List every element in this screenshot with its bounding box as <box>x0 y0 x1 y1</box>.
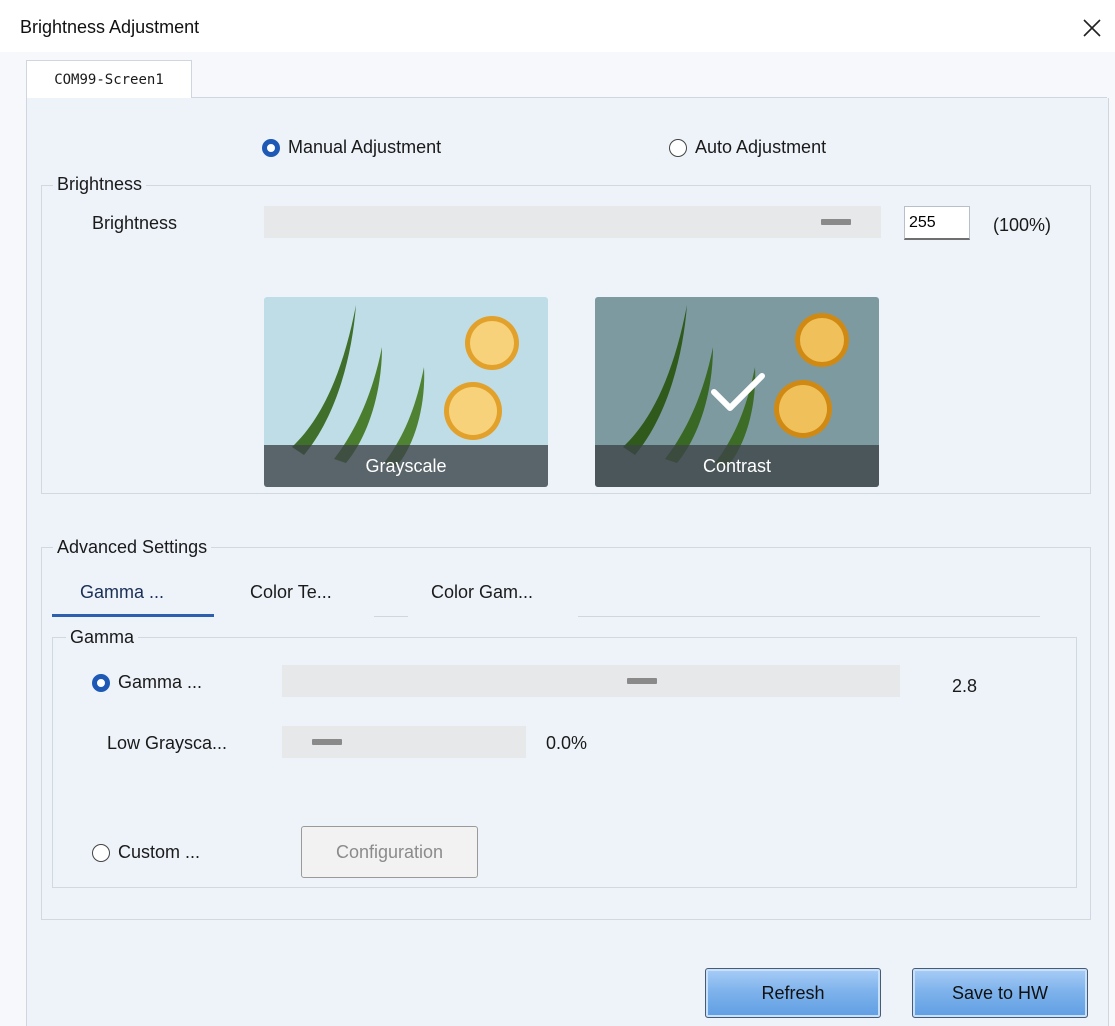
tab-separator <box>374 616 408 617</box>
gamma-radio-label: Gamma ... <box>118 672 203 692</box>
manual-adjustment-radio[interactable]: Manual Adjustment <box>262 137 441 158</box>
configuration-button[interactable]: Configuration <box>301 826 478 878</box>
brightness-group-title: Brightness <box>53 174 147 195</box>
auto-adjustment-radio[interactable]: Auto Adjustment <box>669 137 826 158</box>
brightness-slider-thumb[interactable] <box>821 219 851 225</box>
save-to-hw-button[interactable]: Save to HW <box>912 968 1088 1018</box>
manual-adjustment-label: Manual Adjustment <box>288 137 442 157</box>
tab-screen[interactable]: COM99-Screen1 <box>26 60 192 99</box>
brightness-label: Brightness <box>92 213 178 233</box>
checkmark-icon <box>711 373 765 411</box>
auto-adjustment-label: Auto Adjustment <box>695 137 827 157</box>
configuration-button-label: Configuration <box>335 841 444 862</box>
refresh-button[interactable]: Refresh <box>705 968 881 1018</box>
gamma-radio[interactable]: Gamma ... <box>92 672 202 693</box>
title-bar: Brightness Adjustment <box>0 0 1115 52</box>
tab-color-temperature[interactable]: Color Te... <box>250 582 332 603</box>
gamma-group-title: Gamma <box>66 627 139 648</box>
brightness-slider[interactable] <box>264 206 881 238</box>
contrast-preset-label: Contrast <box>702 455 772 476</box>
contrast-preset-caption: Contrast <box>595 445 879 487</box>
low-grayscale-slider[interactable] <box>282 726 526 758</box>
low-grayscale-value: 0.0% <box>546 733 588 753</box>
contrast-preset-card[interactable]: Contrast <box>595 297 879 487</box>
custom-gamma-label: Custom ... <box>118 842 201 862</box>
tab-strip-line <box>578 616 1040 617</box>
close-button[interactable] <box>1069 8 1115 48</box>
gamma-group-bottom <box>52 887 1077 888</box>
brightness-percent: (100%) <box>993 215 1052 235</box>
brightness-value-input[interactable] <box>904 206 970 240</box>
gamma-value: 2.8 <box>952 676 978 696</box>
gamma-slider-thumb[interactable] <box>627 678 657 684</box>
radio-selected-indicator <box>262 138 280 157</box>
custom-gamma-radio[interactable]: Custom ... <box>92 842 200 863</box>
close-icon <box>1083 19 1101 37</box>
radio-unselected-indicator <box>92 843 110 862</box>
window-title: Brightness Adjustment <box>20 17 200 37</box>
grayscale-preset-label: Grayscale <box>365 455 447 476</box>
radio-selected-indicator <box>92 673 110 692</box>
radio-unselected-indicator <box>669 138 687 157</box>
low-grayscale-slider-thumb[interactable] <box>312 739 342 745</box>
save-to-hw-button-label: Save to HW <box>951 982 1049 1003</box>
tab-color-gamut[interactable]: Color Gam... <box>431 582 533 603</box>
gamma-slider[interactable] <box>282 665 900 697</box>
tab-active-underline <box>52 614 214 617</box>
grayscale-preset-card[interactable]: Grayscale <box>264 297 548 487</box>
tab-gamma[interactable]: Gamma ... <box>80 582 164 603</box>
refresh-button-label: Refresh <box>761 982 825 1003</box>
tab-screen-label: COM99-Screen1 <box>54 72 164 88</box>
grayscale-preset-caption: Grayscale <box>264 445 548 487</box>
low-grayscale-label: Low Graysca... <box>107 733 228 753</box>
advanced-settings-title: Advanced Settings <box>53 537 212 558</box>
